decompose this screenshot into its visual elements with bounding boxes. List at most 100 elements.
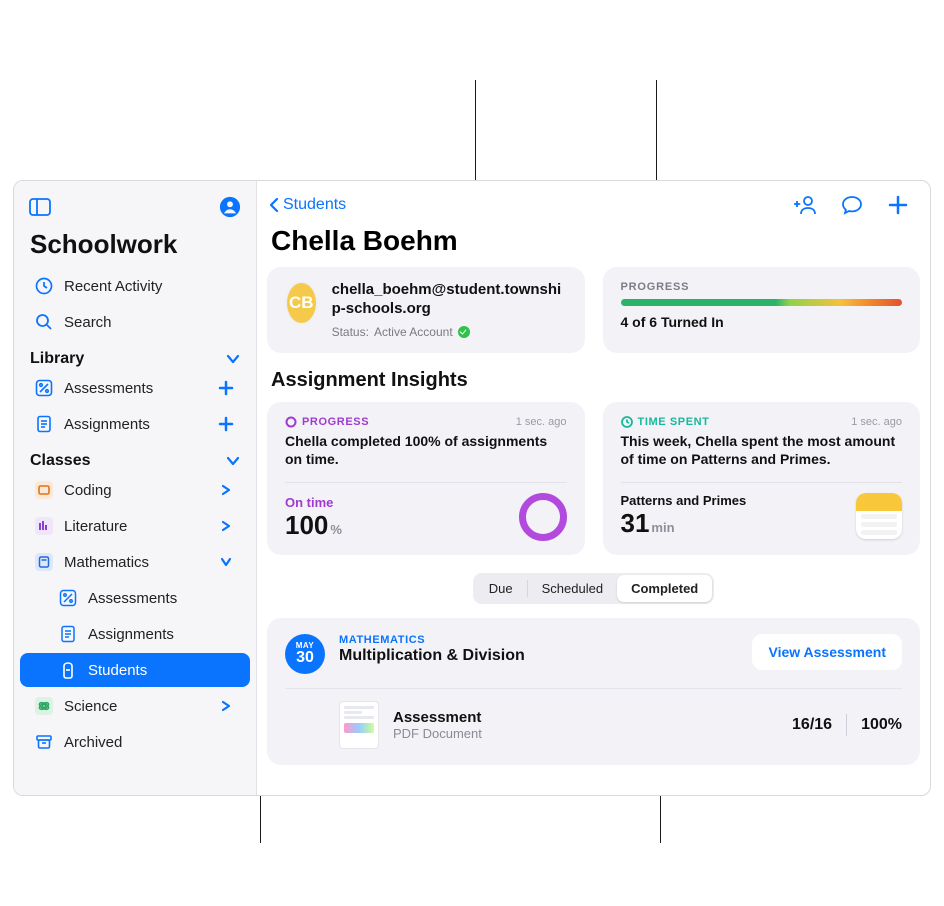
backpack-icon	[58, 660, 78, 680]
clock-icon	[34, 276, 54, 296]
class-icon	[35, 517, 53, 535]
document-icon	[58, 624, 78, 644]
avatar: CB	[285, 281, 318, 325]
add-icon[interactable]	[884, 191, 912, 219]
metric-unit: %	[330, 522, 342, 537]
insight-timestamp: 1 sec. ago	[516, 416, 567, 428]
toggle-sidebar-icon[interactable]	[26, 193, 54, 221]
segmented-control: Due Scheduled Completed	[473, 573, 714, 604]
assignment-title: Multiplication & Division	[339, 647, 525, 665]
sidebar-item-archived[interactable]: Archived	[20, 725, 250, 759]
segment-scheduled[interactable]: Scheduled	[528, 575, 617, 602]
sidebar-item-search[interactable]: Search	[20, 305, 250, 339]
percent-icon	[34, 378, 54, 398]
sidebar-section-library[interactable]: Library	[14, 340, 256, 370]
insight-timespent-card[interactable]: TIME SPENT 1 sec. ago This week, Chella …	[603, 402, 921, 555]
chevron-down-icon	[226, 454, 240, 468]
sidebar-item-label: Science	[64, 698, 206, 715]
progress-label: PROGRESS	[621, 281, 903, 293]
percent: 100%	[861, 716, 902, 734]
insight-timestamp: 1 sec. ago	[851, 416, 902, 428]
sidebar-item-label: Search	[64, 314, 236, 331]
sidebar-item-label: Assignments	[64, 416, 206, 433]
sidebar-item-recent-activity[interactable]: Recent Activity	[20, 269, 250, 303]
sidebar-item-literature[interactable]: Literature	[20, 509, 250, 543]
sidebar-item-label: Archived	[64, 734, 236, 751]
sidebar-item-assessments[interactable]: Assessments	[20, 371, 250, 405]
score: 16/16	[792, 716, 832, 734]
document-thumbnail-icon	[339, 701, 379, 749]
back-button[interactable]: Students	[267, 196, 346, 214]
notes-app-icon	[856, 493, 902, 539]
app-window: Schoolwork Recent Activity Search Librar…	[13, 180, 931, 796]
assignment-card: MAY 30 MATHEMATICS Multiplication & Divi…	[267, 618, 920, 765]
sidebar-subitem-math-assessments[interactable]: Assessments	[20, 581, 250, 615]
insight-headline: This week, Chella spent the most amount …	[621, 432, 903, 468]
sidebar-item-label: Assignments	[88, 626, 236, 643]
chevron-right-icon	[216, 696, 236, 716]
section-label: Library	[30, 350, 84, 368]
sidebar-item-coding[interactable]: Coding	[20, 473, 250, 507]
chevron-right-icon	[216, 480, 236, 500]
add-person-icon[interactable]	[792, 191, 820, 219]
chevron-down-icon	[216, 552, 236, 572]
document-name: Assessment	[393, 709, 482, 726]
progress-text: 4 of 6 Turned In	[621, 314, 903, 330]
sidebar-item-label: Literature	[64, 518, 206, 535]
segment-due[interactable]: Due	[475, 575, 527, 602]
metric-unit: min	[651, 520, 674, 535]
chat-icon[interactable]	[838, 191, 866, 219]
sidebar-item-assignments[interactable]: Assignments	[20, 407, 250, 441]
document-icon	[34, 414, 54, 434]
add-icon[interactable]	[216, 414, 236, 434]
chevron-left-icon	[267, 196, 281, 214]
assignment-document-row[interactable]: Assessment PDF Document 16/16 100%	[285, 688, 902, 765]
class-icon	[35, 481, 53, 499]
insight-headline: Chella completed 100% of assignments on …	[285, 432, 567, 468]
sidebar-subitem-math-assignments[interactable]: Assignments	[20, 617, 250, 651]
progress-card: PROGRESS 4 of 6 Turned In	[603, 267, 921, 353]
verified-icon	[458, 326, 470, 338]
back-label: Students	[283, 196, 346, 214]
student-info-card: CB chella_boehm@student.township-schools…	[267, 267, 585, 353]
add-icon[interactable]	[216, 378, 236, 398]
metric-label: Patterns and Primes	[621, 493, 747, 508]
search-icon	[34, 312, 54, 332]
student-status: Status: Active Account	[332, 325, 567, 339]
sidebar-item-label: Assessments	[64, 380, 206, 397]
sidebar-item-label: Mathematics	[64, 554, 206, 571]
insight-badge: TIME SPENT	[621, 416, 710, 428]
metric-label: On time	[285, 495, 342, 510]
insight-badge: PROGRESS	[285, 416, 369, 428]
target-icon	[285, 416, 297, 428]
archive-icon	[34, 732, 54, 752]
sidebar-item-science[interactable]: Science	[20, 689, 250, 723]
metric-value: 31	[621, 508, 650, 539]
progress-bar	[621, 299, 903, 306]
assignment-subject: MATHEMATICS	[339, 634, 525, 646]
sidebar: Schoolwork Recent Activity Search Librar…	[14, 181, 257, 795]
segment-completed[interactable]: Completed	[617, 575, 712, 602]
sidebar-item-label: Students	[88, 662, 236, 679]
section-label: Classes	[30, 452, 91, 470]
sidebar-section-classes[interactable]: Classes	[14, 442, 256, 472]
sidebar-item-mathematics[interactable]: Mathematics	[20, 545, 250, 579]
account-icon[interactable]	[216, 193, 244, 221]
sidebar-item-label: Coding	[64, 482, 206, 499]
main-content: Students Chella Boehm CB chella_boehm@st…	[257, 181, 930, 795]
student-email: chella_boehm@student.township-schools.or…	[332, 281, 567, 319]
insight-progress-card[interactable]: PROGRESS 1 sec. ago Chella completed 100…	[267, 402, 585, 555]
sidebar-item-label: Recent Activity	[64, 278, 236, 295]
sidebar-item-label: Assessments	[88, 590, 236, 607]
donut-chart-icon	[519, 493, 567, 541]
percent-icon	[58, 588, 78, 608]
view-assessment-button[interactable]: View Assessment	[752, 634, 902, 670]
app-title: Schoolwork	[14, 225, 256, 268]
chevron-down-icon	[226, 352, 240, 366]
chevron-right-icon	[216, 516, 236, 536]
date-badge: MAY 30	[285, 634, 325, 674]
page-title: Chella Boehm	[267, 223, 920, 267]
sidebar-subitem-math-students[interactable]: Students	[20, 653, 250, 687]
document-type: PDF Document	[393, 726, 482, 741]
metric-value: 100	[285, 510, 328, 541]
